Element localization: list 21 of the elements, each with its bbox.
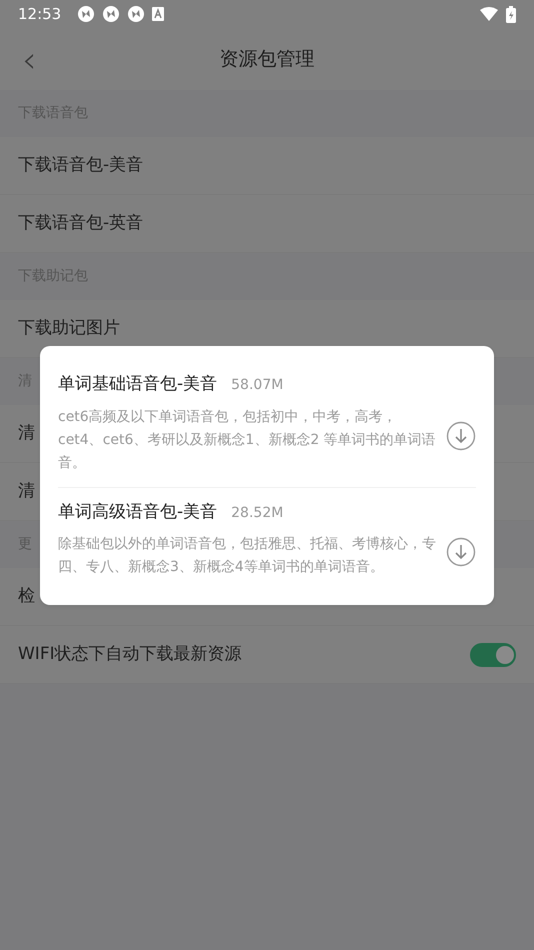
battery-icon [506,6,516,22]
notification-icon [152,7,164,21]
page-title: 资源包管理 [220,46,314,72]
package-title: 单词基础语音包-美音 [58,373,218,396]
package-title: 单词高级语音包-美音 [58,500,218,524]
download-button[interactable] [446,421,476,451]
status-time: 12:53 [18,4,62,25]
package-size: 58.07M [231,376,284,395]
settings-item[interactable]: 下载语音包-英音 [0,195,534,253]
package-description: cet6高频及以下单词语音包，包括初中，中考，高考，cet4、cet6、考研以及新概念1、新概念2 等单词书的单词语音。 [58,408,437,472]
notification-icon [102,5,120,23]
setting-label: WIFI状态下自动下载最新资源 [18,642,242,666]
package-size: 28.52M [231,504,284,522]
back-button[interactable]: ‹ [18,43,40,79]
package-description: 除基础包以外的单词语音包，包括雅思、托福、考博核心，专四、专八、新概念3、新概念4等单词书的单词语音。 [58,535,437,577]
toggle-switch[interactable] [470,642,516,666]
settings-item[interactable]: 下载语音包-美音 [0,137,534,195]
wifi-icon [480,7,498,21]
notification-icon [127,5,146,23]
download-button[interactable] [446,537,476,567]
notification-icon [77,5,96,23]
